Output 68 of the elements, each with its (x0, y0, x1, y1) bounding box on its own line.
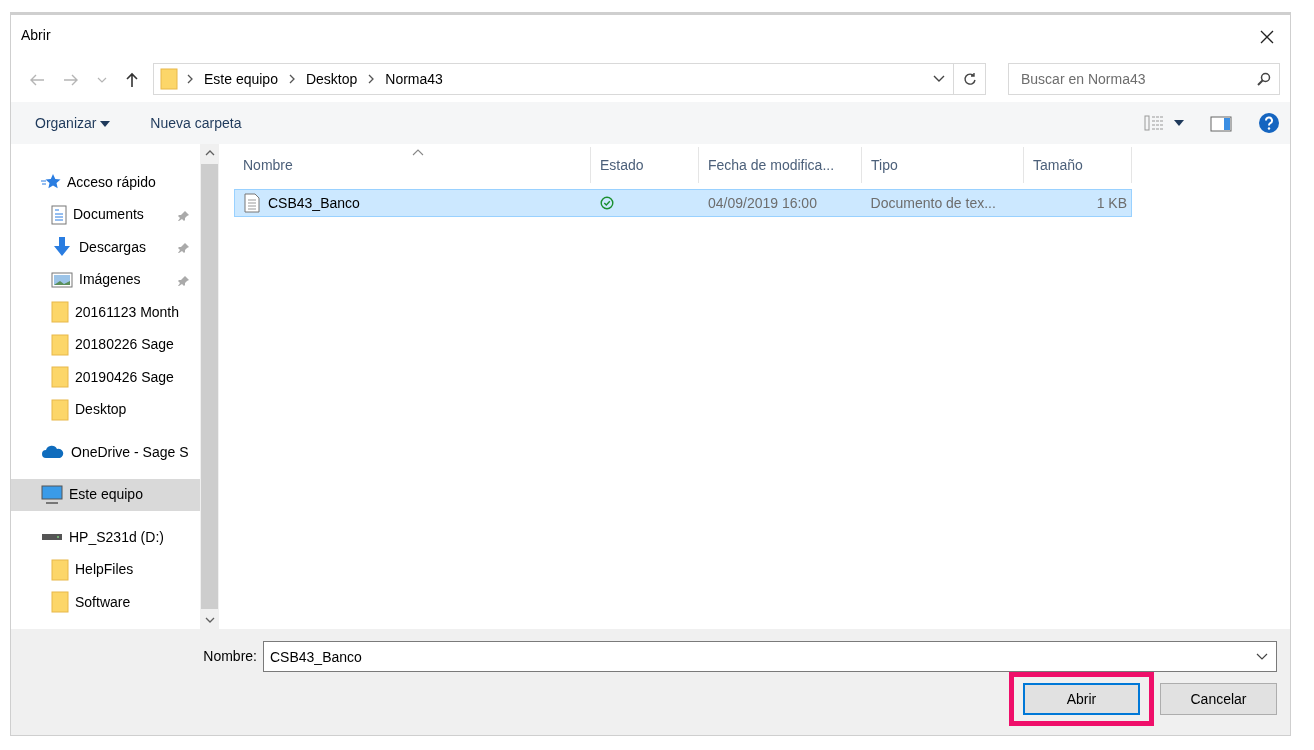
chevron-right-icon (367, 74, 376, 84)
folder-icon (51, 558, 69, 581)
sidebar-item[interactable]: 20190426 Sage (11, 361, 200, 394)
column-header[interactable]: Tamaño (1024, 147, 1132, 183)
document-icon (51, 204, 67, 225)
sidebar-item[interactable]: Descargas (11, 231, 200, 264)
open-button[interactable]: Abrir (1023, 683, 1140, 715)
column-header[interactable]: Estado (591, 147, 699, 183)
sidebar-item[interactable]: Acceso rápido (11, 166, 200, 199)
chevron-down-icon (97, 76, 107, 83)
folder-icon (51, 366, 69, 389)
sidebar-item[interactable]: Documents (11, 198, 200, 231)
chevron-down-icon (933, 75, 945, 83)
refresh-button[interactable] (954, 63, 986, 95)
sidebar-item[interactable]: OneDrive - Sage S (11, 436, 200, 469)
folder-icon (160, 68, 178, 90)
sidebar-item[interactable]: 20180226 Sage (11, 328, 200, 361)
breadcrumb-link[interactable]: Norma43 (379, 68, 449, 90)
details-view-icon (1144, 115, 1166, 131)
chevron-right-icon (287, 74, 296, 84)
sidebar-item[interactable]: Desktop (11, 393, 200, 426)
table-cell-text: 04/09/2019 16:00 (706, 193, 818, 213)
file-row[interactable]: CSB43_Banco 04/09/2019 16:00 Documento de tex... 1 KB (234, 189, 1132, 217)
table-cell-text: 1 KB (1095, 193, 1128, 213)
caret-icon (100, 120, 111, 127)
drive-icon (41, 532, 63, 543)
folder-icon (51, 333, 69, 356)
folder-icon (51, 591, 69, 614)
address-bar[interactable]: Este equipo Desktop Norma43 (153, 63, 954, 95)
file-name-label: Nombre: (203, 647, 257, 666)
sidebar-item[interactable]: Este equipo (11, 478, 200, 511)
table-cell-text: Documento de tex... (869, 193, 997, 213)
window-title: Abrir (21, 26, 51, 45)
cancel-button[interactable]: Cancelar (1160, 683, 1277, 715)
breadcrumb-link[interactable]: Desktop (299, 68, 364, 90)
cloud-icon (41, 445, 65, 460)
caret-icon (1174, 120, 1184, 126)
column-header[interactable]: Fecha de modifica... (699, 147, 862, 183)
search-icon (1257, 72, 1271, 86)
folder-icon (51, 398, 69, 421)
search-field[interactable]: Buscar en Norma43 (1008, 63, 1280, 95)
sidebar-item[interactable]: Imágenes (11, 263, 200, 296)
up-arrow-icon (125, 71, 139, 88)
view-options-button[interactable] (1144, 113, 1184, 133)
monitor-icon (41, 484, 63, 505)
column-header[interactable]: Nombre (234, 147, 591, 183)
chevron-right-icon (186, 74, 194, 84)
sidebar-item[interactable]: HP_S231d (D:) (11, 521, 200, 554)
forward-arrow-icon (63, 72, 79, 87)
file-name-field[interactable]: CSB43_Banco (263, 641, 1277, 672)
organize-menu[interactable]: Organizar (35, 110, 111, 136)
sidebar-item[interactable]: Software (11, 586, 200, 619)
picture-icon (51, 270, 73, 289)
table-cell: CSB43_Banco (235, 190, 592, 216)
close-icon (1260, 30, 1274, 45)
new-folder-button[interactable]: Nueva carpeta (150, 110, 242, 136)
refresh-icon (962, 72, 977, 86)
back-arrow-icon (29, 72, 45, 87)
text-file-icon (244, 193, 260, 213)
sidebar-item[interactable]: HelpFiles (11, 553, 200, 586)
folder-icon (51, 301, 69, 324)
help-icon (1258, 112, 1280, 135)
sidebar-item[interactable]: 20161123 Month (11, 296, 200, 329)
chevron-down-icon (1256, 652, 1268, 661)
column-header[interactable]: Tipo (862, 147, 1024, 183)
breadcrumb-link[interactable]: Este equipo (198, 68, 284, 90)
preview-pane-icon (1210, 115, 1232, 132)
scrollbar[interactable] (200, 144, 219, 629)
